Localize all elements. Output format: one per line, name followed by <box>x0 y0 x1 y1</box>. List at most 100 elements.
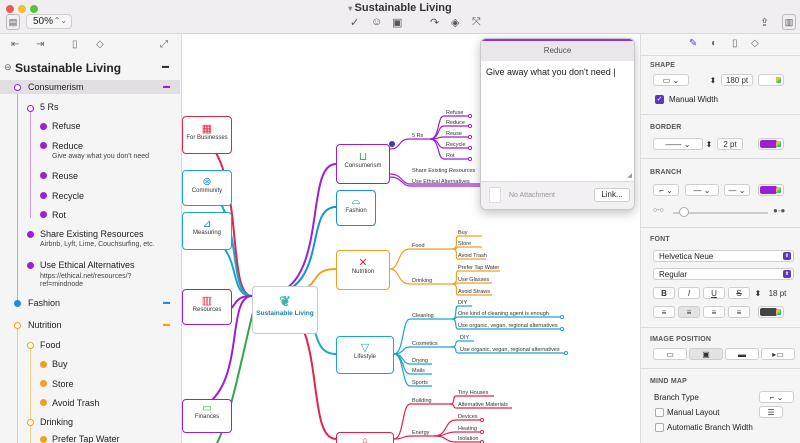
label-reduce[interactable]: Reduce <box>446 120 465 126</box>
manual-width-checkbox[interactable]: ✓ <box>655 95 664 104</box>
node-consumerism[interactable]: ⊔ Consumerism <box>336 144 390 184</box>
outline-item-refuse[interactable]: Refuse <box>52 121 81 131</box>
label-rot[interactable]: Rot <box>446 153 455 159</box>
image-icon[interactable]: ▣ <box>392 14 402 30</box>
label-building[interactable]: Building <box>412 398 432 404</box>
branch-color-swatch[interactable] <box>758 184 784 196</box>
label-organic-2[interactable]: Use organic, vegan, regional alternative… <box>460 347 560 353</box>
shape-width-field[interactable]: 180 pt <box>721 74 753 86</box>
tags-icon[interactable]: ◇ <box>751 38 759 49</box>
outline-item-fashion[interactable]: Fashion <box>28 298 60 308</box>
label-organic[interactable]: Use organic, vegan, regional alternative… <box>458 323 558 329</box>
label-reuse[interactable]: Reuse <box>446 131 462 137</box>
node-lifestyle[interactable]: ▽ Lifestyle <box>336 336 394 374</box>
branch-line-select[interactable]: — ⌄ <box>685 184 719 196</box>
fullscreen-icon[interactable]: ⤢ <box>160 39 168 50</box>
node-root[interactable]: ❦ Sustainable Living <box>252 286 318 334</box>
label-one-kind[interactable]: One kind of cleaning agent is enough <box>458 311 549 317</box>
node-housing[interactable]: ⌂ <box>336 432 394 443</box>
outline-item-rot[interactable]: Rot <box>52 210 66 220</box>
font-color-swatch[interactable] <box>758 306 784 318</box>
branch-type-select[interactable]: ⌐ ⌄ <box>759 391 794 403</box>
outline-item-reuse[interactable]: Reuse <box>52 171 78 181</box>
shape-width-stepper[interactable]: ⬍ <box>708 74 718 86</box>
label-tap-water[interactable]: Prefer Tap Water <box>458 265 499 271</box>
sidebar-toggle-icon[interactable]: ▤ <box>6 14 20 30</box>
outline-item-drinking[interactable]: Drinking <box>40 417 73 427</box>
label-refuse[interactable]: Refuse <box>446 110 463 116</box>
align-justify-button[interactable]: ≡ <box>728 306 750 318</box>
shape-select[interactable]: ▭ ⌄ <box>653 74 689 86</box>
outline-item-ethical[interactable]: Use Ethical Alternatives <box>40 260 135 270</box>
label-drinking[interactable]: Drinking <box>412 278 432 284</box>
label-glasses[interactable]: Use Glasses <box>458 277 489 283</box>
label-devices[interactable]: Devices <box>458 414 478 420</box>
node-resources[interactable]: ▥ Resources <box>182 289 232 325</box>
outline-item-5rs[interactable]: 5 Rs <box>40 102 59 112</box>
align-right-button[interactable]: ≡ <box>703 306 725 318</box>
label-diy-2[interactable]: DIY <box>460 335 469 341</box>
document-info-icon[interactable]: ▯ <box>732 38 738 49</box>
fit-icon[interactable]: ⤧ <box>472 14 481 30</box>
branch-width-select[interactable]: — ⌄ <box>724 184 750 196</box>
border-style-select[interactable]: —— ⌄ <box>653 138 703 150</box>
connect-icon[interactable]: ↷ <box>430 14 439 30</box>
node-businesses[interactable]: ▦ For Businesses <box>182 116 232 154</box>
layout-options-button[interactable]: ☰ <box>759 406 783 418</box>
node-nutrition[interactable]: ✕ Nutrition <box>336 250 390 290</box>
collapse-left-icon[interactable]: ⇤ <box>11 39 19 50</box>
node-measuring[interactable]: ⊿ Measuring <box>182 212 232 250</box>
outline-note-ethical-1[interactable]: https://ethical.net/resources/? <box>40 273 131 280</box>
theme-palette-icon[interactable]: ◐ <box>711 38 717 49</box>
style-brush-icon[interactable]: ✎ <box>689 38 697 49</box>
outline-item-tap-water[interactable]: Prefer Tap Water <box>52 434 120 443</box>
auto-branch-width-checkbox[interactable] <box>655 423 664 432</box>
font-family-select[interactable]: Helvetica Neue ⬍ <box>653 250 794 262</box>
outline-item-food[interactable]: Food <box>40 340 61 350</box>
label-tiny-houses[interactable]: Tiny Houses <box>458 390 488 396</box>
label-food[interactable]: Food <box>412 243 425 249</box>
outline-item-reduce[interactable]: Reduce <box>52 141 83 151</box>
label-alt-materials[interactable]: Alternative Materials <box>458 402 508 408</box>
border-width-stepper[interactable]: ⬍ <box>704 138 714 150</box>
expand-right-icon[interactable]: ⇥ <box>36 39 44 50</box>
font-size-field[interactable]: 18 pt <box>761 287 794 299</box>
image-position-side-button[interactable]: ▸▭ <box>761 348 795 360</box>
image-position-top-button[interactable]: ▭ <box>653 348 687 360</box>
outline-item-avoid-trash[interactable]: Avoid Trash <box>52 398 99 408</box>
label-cosmetics[interactable]: Cosmetics <box>412 341 438 347</box>
label-isolation[interactable]: Isolation <box>458 436 479 442</box>
branch-style-select[interactable]: ⌐ ⌄ <box>653 184 679 196</box>
label-drying[interactable]: Drying <box>412 358 428 364</box>
document-icon[interactable]: ▯ <box>72 39 78 50</box>
align-left-button[interactable]: ≡ <box>653 306 675 318</box>
link-button[interactable]: Link... <box>594 188 630 202</box>
strikethrough-button[interactable]: S <box>728 287 750 299</box>
label-avoid-trash[interactable]: Avoid Trash <box>458 253 487 259</box>
label-5rs[interactable]: 5 Rs <box>412 133 423 139</box>
border-color-swatch[interactable] <box>758 138 784 150</box>
label-store[interactable]: Store <box>458 241 471 247</box>
outline-item-consumerism[interactable]: Consumerism <box>28 82 84 92</box>
branch-taper-slider-thumb[interactable] <box>679 207 689 217</box>
inspector-toggle-icon[interactable]: ▥ <box>782 14 796 30</box>
label-buy[interactable]: Buy <box>458 230 467 236</box>
italic-button[interactable]: I <box>678 287 700 299</box>
note-text-area[interactable]: Give away what you don't need | <box>486 67 616 77</box>
attachment-icon[interactable] <box>489 187 501 203</box>
node-fashion[interactable]: ⌓ Fashion <box>336 190 376 226</box>
outline-item-recycle[interactable]: Recycle <box>52 191 84 201</box>
outline-item-nutrition[interactable]: Nutrition <box>28 320 62 330</box>
sticker-icon[interactable]: ☺ <box>371 14 382 30</box>
underline-button[interactable]: U <box>703 287 725 299</box>
image-position-bottom-button[interactable]: ▬ <box>725 348 759 360</box>
node-finances[interactable]: ▭ Finances <box>182 399 232 433</box>
font-style-select[interactable]: Regular ⬍ <box>653 268 794 280</box>
resize-handle-icon[interactable]: ◢ <box>627 172 632 179</box>
label-share[interactable]: Share Existing Resources <box>412 168 475 174</box>
label-ethical[interactable]: Use Ethical Alternatives <box>412 179 470 185</box>
zoom-select[interactable]: 50% ⌃⌄ <box>26 14 72 29</box>
outline-note-ethical-2[interactable]: ref=mindnode <box>40 281 83 288</box>
border-width-field[interactable]: 2 pt <box>717 138 743 150</box>
tag-icon[interactable]: ◇ <box>96 39 104 50</box>
